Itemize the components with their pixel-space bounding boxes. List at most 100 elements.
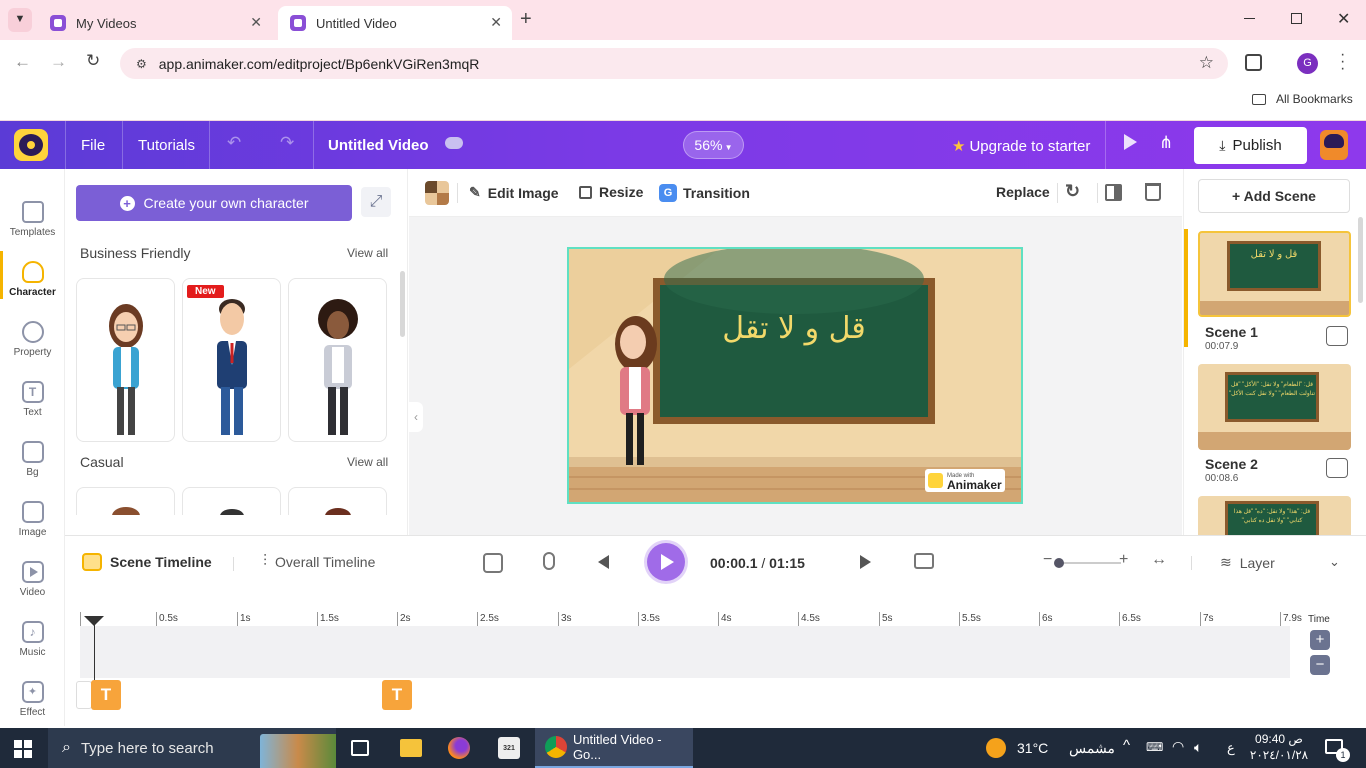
add-track-button[interactable]: + (1310, 630, 1330, 650)
layer-button[interactable]: ≋ Layer (1220, 554, 1275, 571)
sidebar-item-templates[interactable]: Templates (0, 191, 65, 251)
redo-icon[interactable]: ↷ (280, 133, 294, 153)
scene-thumbnail-2[interactable]: قل: "الطعام" ولا تقل: "الأكل" "قل تناولت… (1198, 364, 1351, 450)
zoom-in-icon[interactable]: + (1119, 551, 1128, 569)
zoom-dropdown[interactable]: 56% ▼ (683, 131, 744, 159)
sidebar-item-video[interactable]: Video (0, 551, 65, 611)
media-player-icon[interactable]: 321 (498, 737, 520, 759)
avatar[interactable]: G (1297, 53, 1318, 74)
skip-forward-icon[interactable] (860, 555, 871, 569)
scene-thumbnail-1[interactable]: قل و لا تقل (1198, 231, 1351, 317)
scene-name[interactable]: Scene 2 (1205, 456, 1258, 472)
overall-timeline-tab[interactable]: ⫶ Overall Timeline (263, 553, 375, 571)
panel-scrollbar[interactable] (400, 271, 405, 337)
publish-button[interactable]: ⤓ Publish (1194, 127, 1307, 164)
minimize-icon[interactable] (1244, 18, 1255, 19)
wifi-icon[interactable]: ◠ (1172, 738, 1184, 755)
playhead[interactable] (94, 617, 95, 687)
scene-settings-icon[interactable] (1326, 458, 1348, 478)
undo-icon[interactable]: ↶ (227, 133, 241, 153)
weather-text[interactable]: مشمس (1069, 740, 1115, 757)
reset-icon[interactable]: ↻ (1065, 181, 1080, 202)
character-card[interactable] (288, 487, 387, 515)
sidebar-item-music[interactable]: ♪ Music (0, 611, 65, 671)
show-hidden-icons[interactable]: ^ (1123, 737, 1130, 754)
view-all-link[interactable]: View all (347, 246, 388, 260)
resize-button[interactable]: Resize (579, 184, 643, 200)
timeline-zoom-slider[interactable] (1057, 562, 1121, 564)
delete-icon[interactable] (1145, 183, 1161, 201)
character-card[interactable] (76, 487, 175, 515)
zoom-slider-thumb[interactable] (1054, 558, 1064, 568)
tab-untitled-video[interactable]: Untitled Video ✕ (278, 6, 512, 40)
remove-track-button[interactable]: − (1310, 655, 1330, 675)
color-palette-icon[interactable] (425, 181, 449, 205)
character-card[interactable] (288, 278, 387, 442)
firefox-icon[interactable] (448, 737, 470, 759)
skip-back-icon[interactable] (598, 555, 609, 569)
view-all-link[interactable]: View all (347, 455, 388, 469)
fit-width-icon[interactable]: ↔ (1151, 551, 1167, 569)
edit-image-button[interactable]: ✎ Edit Image (469, 184, 559, 201)
sidebar-item-text[interactable]: T Text (0, 371, 65, 431)
fit-to-screen-icon[interactable] (483, 553, 503, 573)
sidebar-item-property[interactable]: Property (0, 311, 65, 371)
taskbar-chrome-window[interactable]: Untitled Video - Go... (535, 728, 693, 768)
project-title[interactable]: Untitled Video (328, 137, 429, 154)
clock[interactable]: 09:40 ص ٢٠٢٤/٠١/٢٨ (1248, 731, 1310, 763)
expand-panel-icon[interactable]: ⤢ (361, 187, 391, 217)
character-card[interactable]: New (182, 278, 281, 442)
scenes-scrollbar[interactable] (1358, 217, 1363, 303)
sidebar-item-image[interactable]: Image (0, 491, 65, 551)
character-card[interactable] (76, 278, 175, 442)
playhead-marker[interactable] (84, 616, 104, 626)
address-bar[interactable]: ⚙ app.animaker.com/editproject/Bp6enkVGi… (120, 48, 1228, 79)
volume-icon[interactable]: 🔈︎ (1194, 739, 1202, 756)
sidebar-item-character[interactable]: Character (0, 251, 65, 311)
sidebar-item-bg[interactable]: Bg (0, 431, 65, 491)
subtitles-icon[interactable] (914, 553, 934, 569)
close-window-icon[interactable]: ✕ (1337, 9, 1350, 29)
collapse-panel-handle[interactable]: ‹ (409, 402, 423, 432)
animaker-logo[interactable] (14, 129, 48, 161)
file-menu[interactable]: File (81, 137, 105, 154)
bookmark-star-icon[interactable]: ☆ (1199, 53, 1214, 73)
share-icon[interactable]: ⋔ (1159, 133, 1173, 153)
temperature[interactable]: 31°C (1017, 740, 1048, 756)
zoom-out-icon[interactable]: − (1043, 551, 1052, 569)
windows-start-icon[interactable] (14, 740, 32, 758)
keyboard-icon[interactable]: ⌨ (1146, 740, 1163, 754)
board-text[interactable]: قل و لا تقل (665, 311, 923, 346)
taskbar-search[interactable]: ⌕ Type here to search (48, 728, 336, 768)
input-language[interactable]: ع (1227, 740, 1235, 756)
upgrade-link[interactable]: ★ Upgrade to starter (952, 137, 1090, 156)
voice-record-icon[interactable] (543, 552, 555, 570)
scene-name[interactable]: Scene 1 (1205, 324, 1258, 340)
replace-button[interactable]: Replace (996, 184, 1050, 200)
back-icon[interactable]: ← (14, 52, 31, 72)
maximize-icon[interactable] (1291, 13, 1302, 24)
close-tab-icon[interactable]: ✕ (250, 14, 262, 31)
file-explorer-icon[interactable] (400, 739, 422, 757)
scene-thumbnail-3[interactable]: قل: "هذا" ولا تقل: "ده" "قل هذا كتابي" "… (1198, 496, 1351, 535)
create-character-button[interactable]: + Create your own character (76, 185, 352, 221)
text-clip-marker[interactable]: T (91, 680, 121, 710)
browser-menu-icon[interactable]: · · · (1340, 47, 1345, 77)
task-view-icon[interactable] (351, 740, 369, 756)
audio-clip-stub[interactable] (76, 681, 92, 709)
character-card[interactable] (182, 487, 281, 515)
forward-icon[interactable]: → (50, 52, 67, 72)
sidebar-item-effect[interactable]: ✦ Effect (0, 671, 65, 731)
text-clip-marker[interactable]: T (382, 680, 412, 710)
scene-timeline-tab[interactable]: Scene Timeline (82, 553, 212, 571)
flip-icon[interactable] (1105, 184, 1122, 201)
scene-canvas[interactable]: قل و لا تقل Made with Animaker (567, 247, 1023, 504)
transition-button[interactable]: G Transition (659, 184, 750, 202)
collapse-timeline-icon[interactable]: ⌄ (1329, 554, 1340, 570)
tutorials-menu[interactable]: Tutorials (138, 137, 195, 154)
site-info-icon[interactable]: ⚙ (136, 57, 147, 71)
close-tab-icon[interactable]: ✕ (490, 14, 502, 31)
new-tab-icon[interactable]: + (520, 8, 532, 31)
preview-play-icon[interactable] (1124, 134, 1137, 150)
all-bookmarks[interactable]: All Bookmarks (1252, 92, 1353, 106)
